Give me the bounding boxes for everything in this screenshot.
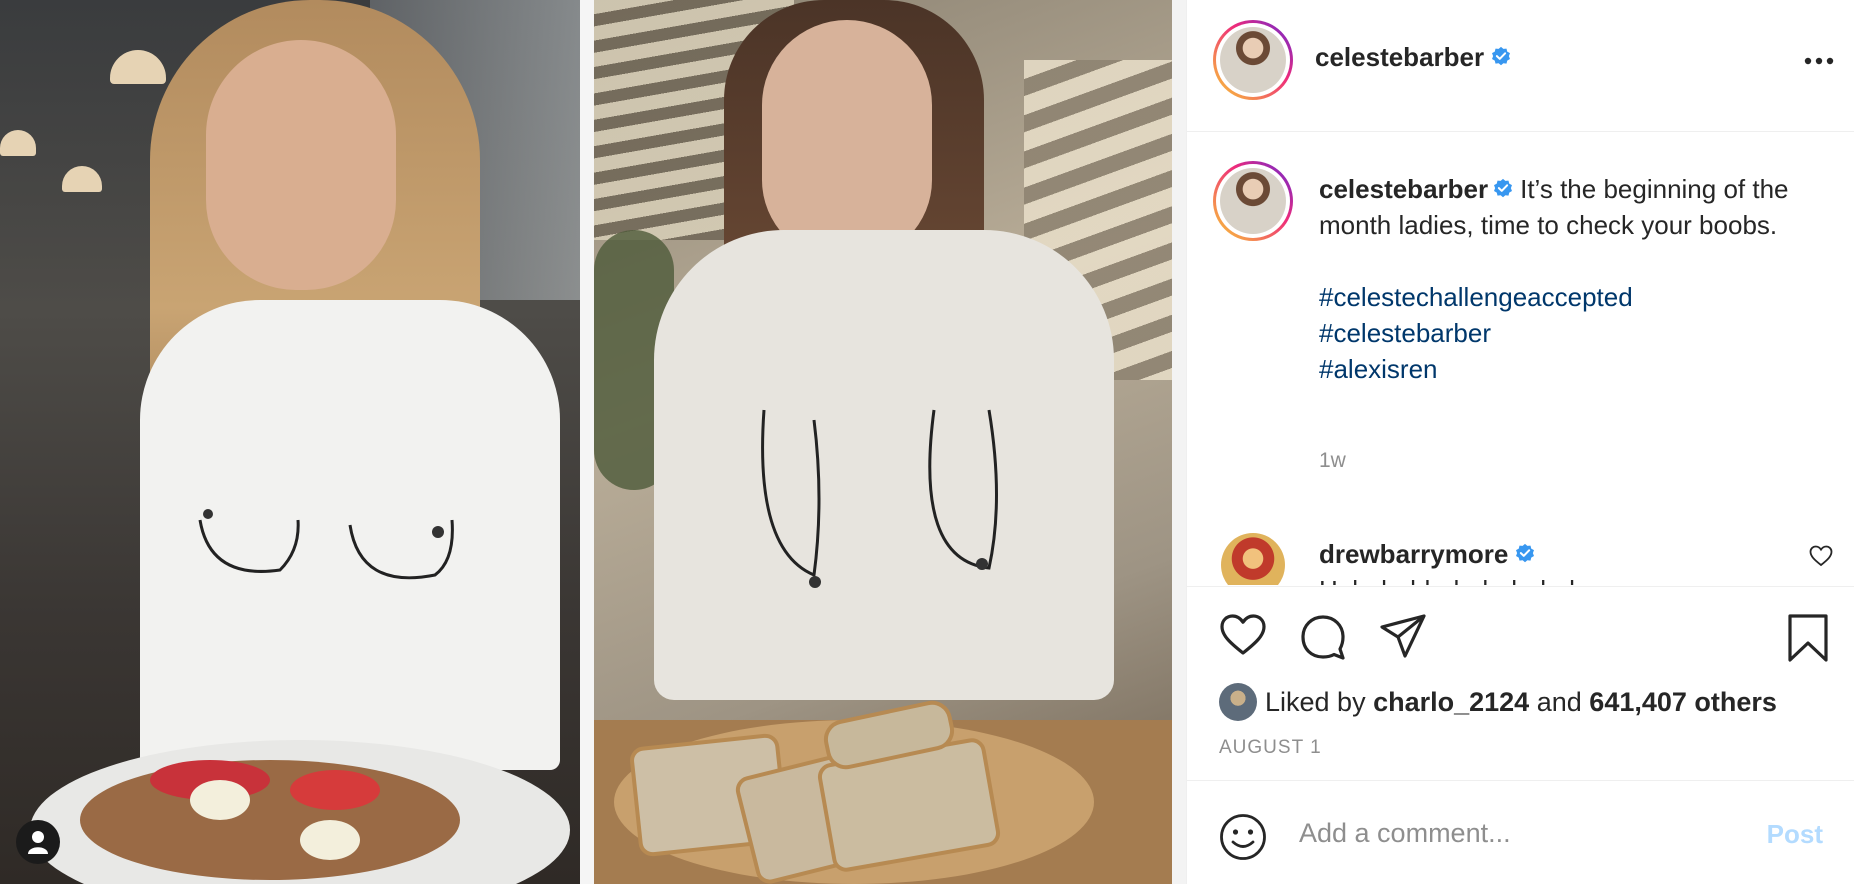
author-username[interactable]: celestebarber (1315, 42, 1484, 72)
post-actions: Liked by charlo_2124 and 641,407 others … (1187, 586, 1854, 884)
comment-item: drewbarrymore Hahahahhahahahahaha (1187, 523, 1854, 585)
smiley-icon[interactable] (1219, 813, 1267, 861)
post-media[interactable] (0, 0, 1186, 884)
comments-section[interactable]: celestebarber It’s the beginning of the … (1187, 133, 1854, 585)
hashtag-link[interactable]: #celestechallengeaccepted (1319, 279, 1829, 315)
verified-badge-icon (1494, 178, 1513, 198)
caption-hashtags: #celestechallengeaccepted #celestebarber… (1319, 279, 1829, 387)
more-options-button[interactable] (1799, 46, 1839, 76)
post-date[interactable]: AUGUST 1 (1219, 737, 1322, 759)
likes-prefix: Liked by (1265, 686, 1366, 717)
heart-icon[interactable] (1219, 613, 1267, 657)
likes-others-count[interactable]: 641,407 others (1589, 687, 1777, 718)
paper-plane-icon[interactable] (1379, 613, 1427, 659)
post-header: celestebarber (1187, 0, 1854, 132)
hashtag-link[interactable]: #celestebarber (1319, 315, 1829, 351)
caption-username[interactable]: celestebarber (1319, 174, 1488, 204)
likes-joiner: and (1536, 686, 1582, 717)
author-avatar[interactable] (1213, 20, 1293, 100)
post-caption: celestebarber It’s the beginning of the … (1319, 171, 1829, 387)
comment-bubble-icon[interactable] (1299, 613, 1347, 661)
verified-badge-icon (1492, 46, 1511, 66)
commenter-username-row: drewbarrymore (1319, 539, 1536, 570)
photo-divider (580, 0, 594, 884)
commenter-avatar[interactable] (1221, 533, 1285, 585)
post-details-panel: celestebarber celestebarber It’s the beg… (1186, 0, 1854, 884)
post-photo-right (594, 0, 1172, 884)
likes-summary[interactable]: Liked by charlo_2124 and 641,407 others (1219, 683, 1777, 721)
comment-input[interactable] (1299, 809, 1739, 857)
tagged-users-button[interactable] (16, 820, 60, 864)
add-comment-bar: Post (1187, 780, 1854, 884)
user-icon (28, 831, 48, 854)
verified-badge-icon (1516, 543, 1535, 563)
heart-icon[interactable] (1809, 545, 1833, 567)
caption-timestamp[interactable]: 1w (1319, 449, 1346, 473)
author-username-row: celestebarber (1315, 42, 1512, 73)
more-horizontal-icon (1804, 57, 1834, 65)
post-comment-button[interactable]: Post (1767, 819, 1823, 850)
caption-author-avatar[interactable] (1213, 161, 1293, 241)
liker-avatar (1219, 683, 1257, 721)
comment-text: Hahahahhahahahahaha (1319, 575, 1598, 585)
bookmark-icon[interactable] (1787, 613, 1829, 663)
hashtag-link[interactable]: #alexisren (1319, 351, 1829, 387)
post-photo-left (0, 0, 580, 884)
liker-username[interactable]: charlo_2124 (1373, 687, 1529, 718)
commenter-username[interactable]: drewbarrymore (1319, 539, 1508, 569)
